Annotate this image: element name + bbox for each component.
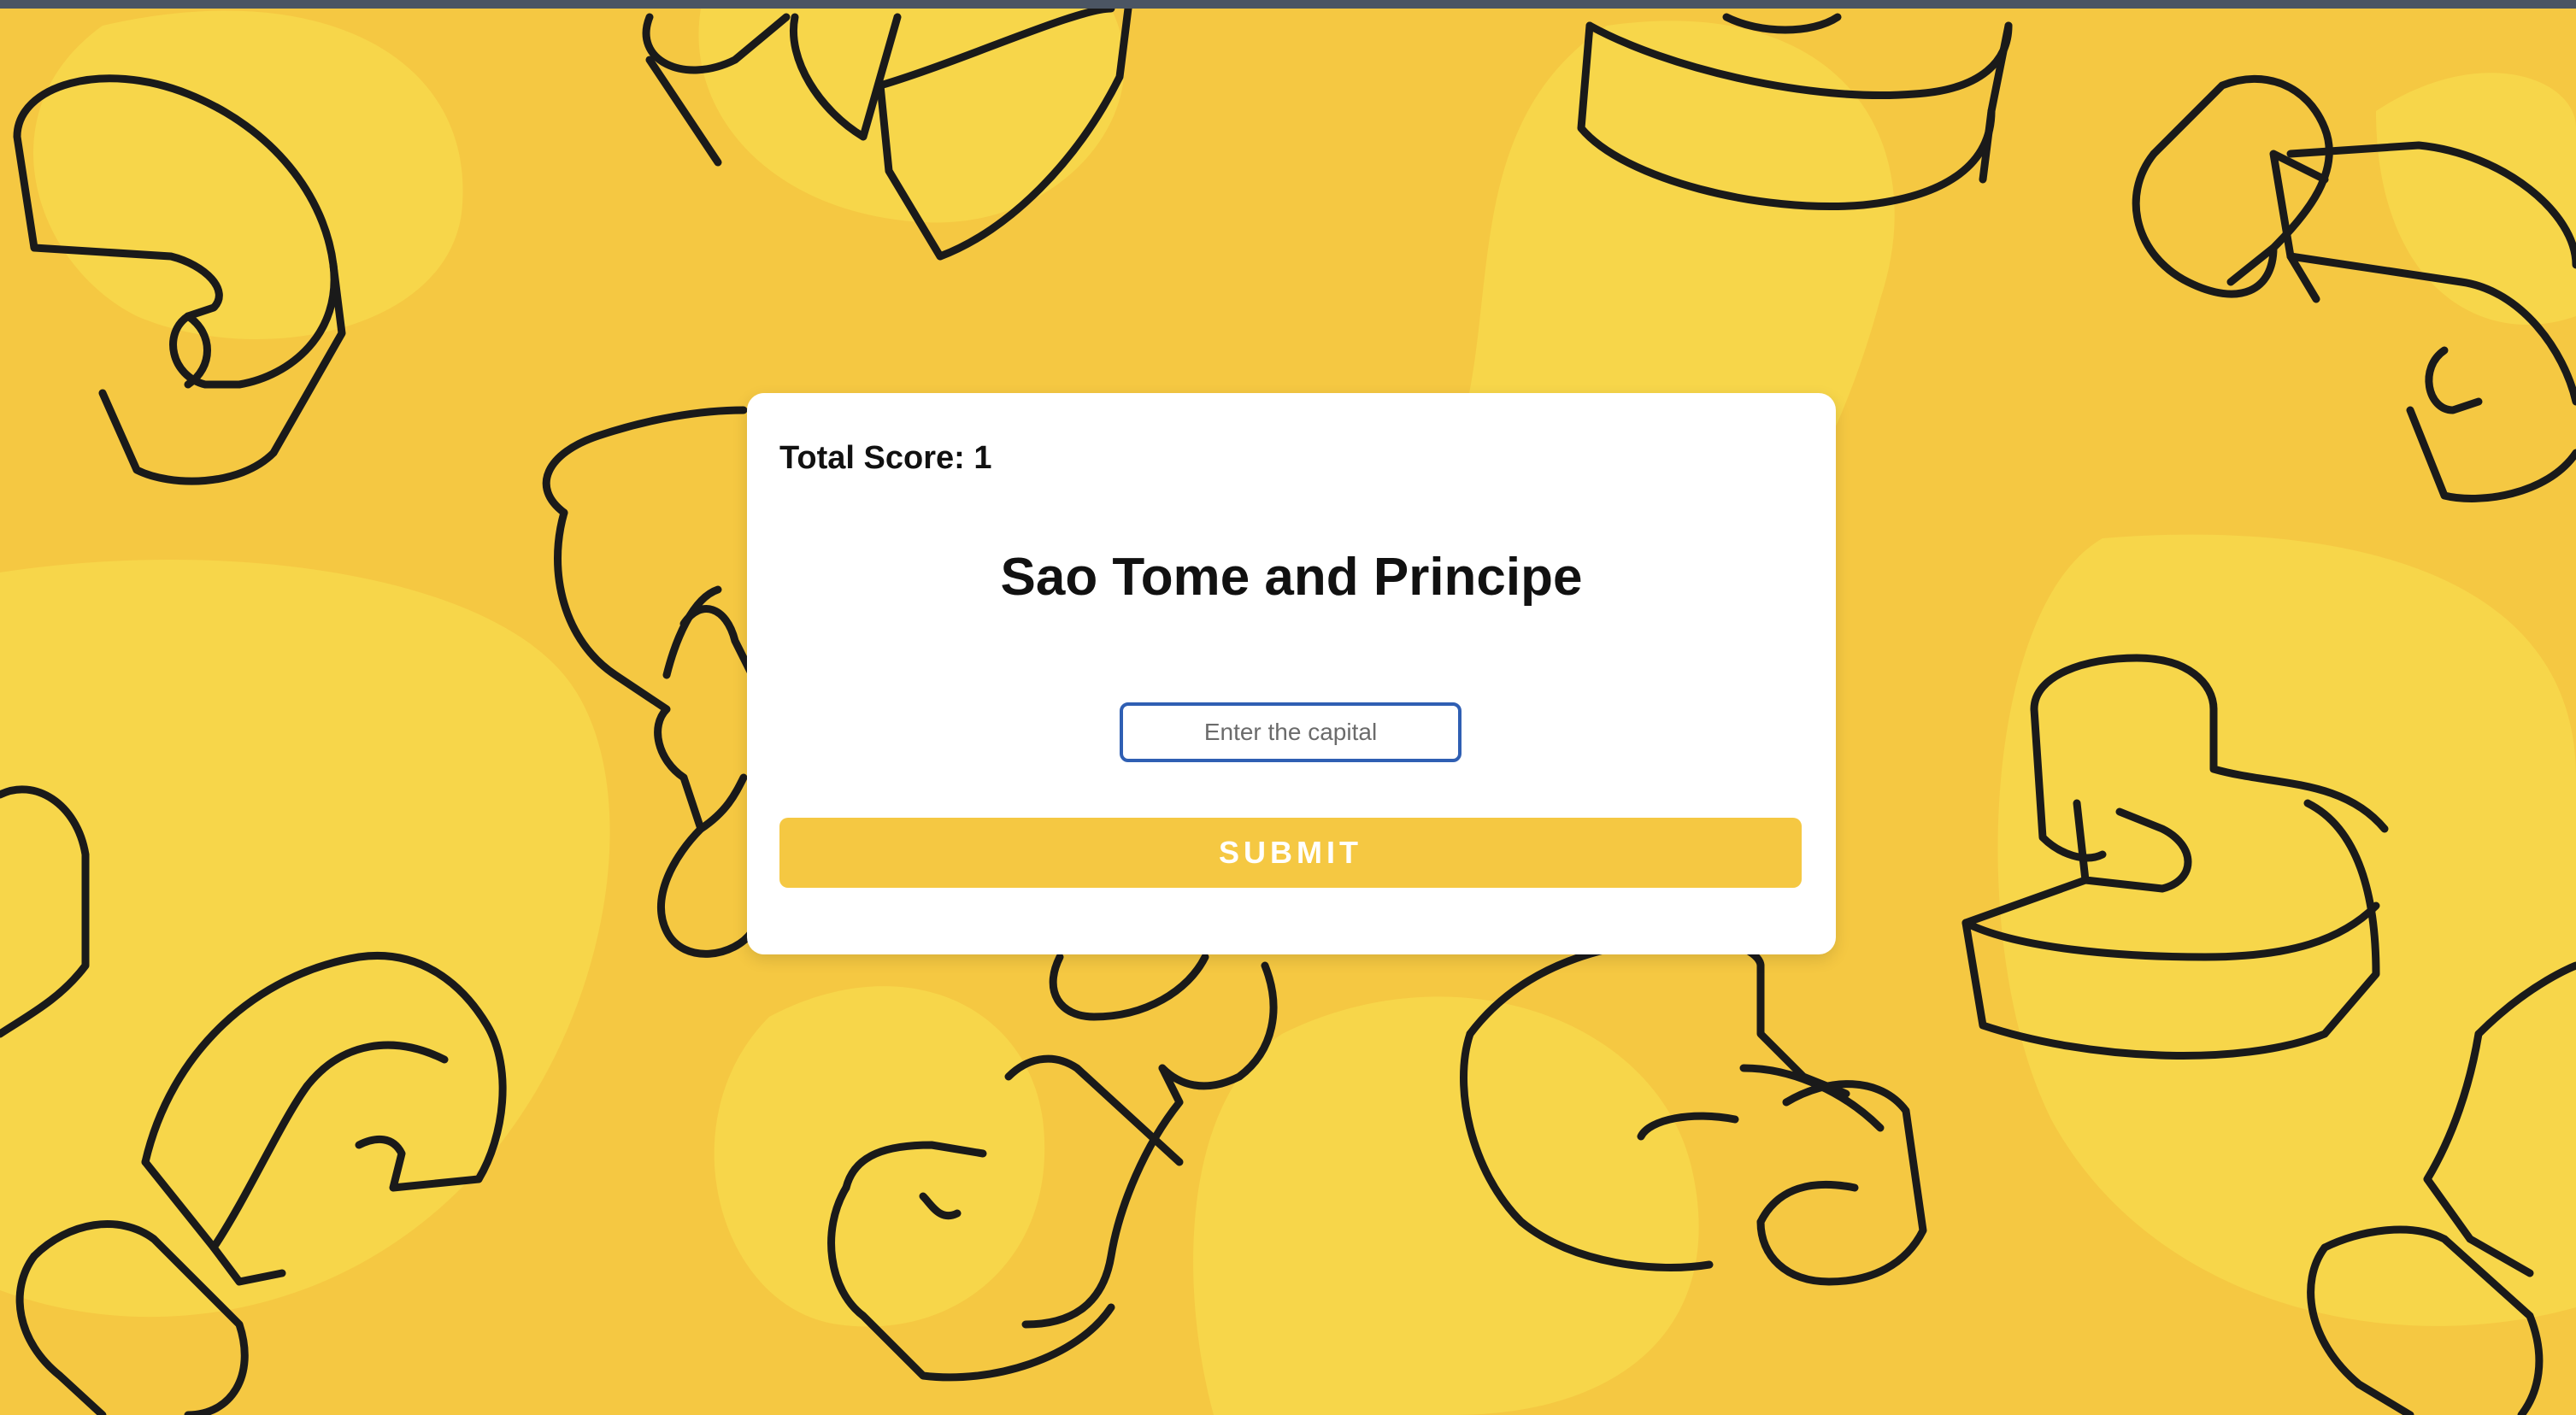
submit-button[interactable]: SUBMIT: [779, 818, 1802, 888]
capital-input[interactable]: [1120, 702, 1461, 762]
total-score: Total Score: 1: [779, 440, 992, 476]
quiz-card: Total Score: 1 Sao Tome and Principe SUB…: [747, 393, 1836, 954]
country-name: Sao Tome and Principe: [1000, 548, 1583, 607]
browser-top-bar: [0, 0, 2576, 9]
